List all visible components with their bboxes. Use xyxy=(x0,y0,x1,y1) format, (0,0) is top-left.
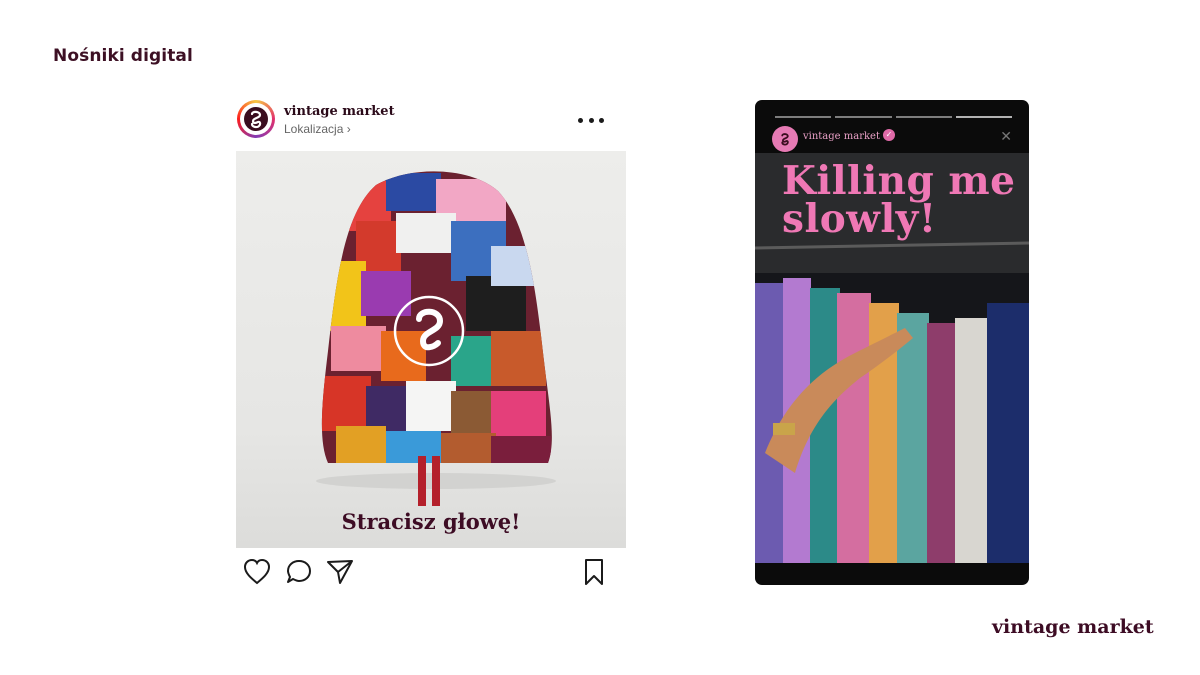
heart-icon[interactable] xyxy=(242,557,272,587)
instagram-story: vintage market ✓ ✕ Killing me slowly! xyxy=(755,100,1029,585)
post-header: vintage market Lokalizacja › xyxy=(236,98,626,150)
brand-wordmark: vintage market xyxy=(992,616,1154,638)
post-actions xyxy=(236,557,626,591)
instagram-post: vintage market Lokalizacja › Stracisz gł… xyxy=(236,98,626,585)
verified-badge-icon: ✓ xyxy=(883,129,895,141)
brand-logo-icon xyxy=(244,107,268,131)
story-username[interactable]: vintage market xyxy=(803,131,880,142)
story-headline: Killing me slowly! xyxy=(782,158,1016,242)
more-options-icon[interactable] xyxy=(578,112,604,128)
post-location[interactable]: Lokalizacja › xyxy=(284,122,351,136)
bookmark-icon[interactable] xyxy=(579,557,609,587)
share-icon[interactable] xyxy=(325,557,355,587)
post-image: Stracisz głowę! xyxy=(236,151,626,548)
post-avatar[interactable] xyxy=(237,100,275,138)
post-caption: Stracisz głowę! xyxy=(341,509,521,534)
story-avatar[interactable] xyxy=(772,126,798,152)
post-username[interactable]: vintage market xyxy=(284,104,395,119)
page-heading: Nośniki digital xyxy=(53,46,193,66)
brand-logo-icon xyxy=(781,133,789,146)
close-icon[interactable]: ✕ xyxy=(1000,129,1012,145)
clothes-pile-illustration xyxy=(316,171,556,506)
story-progress-bar xyxy=(775,116,1012,118)
comment-icon[interactable] xyxy=(284,557,314,587)
